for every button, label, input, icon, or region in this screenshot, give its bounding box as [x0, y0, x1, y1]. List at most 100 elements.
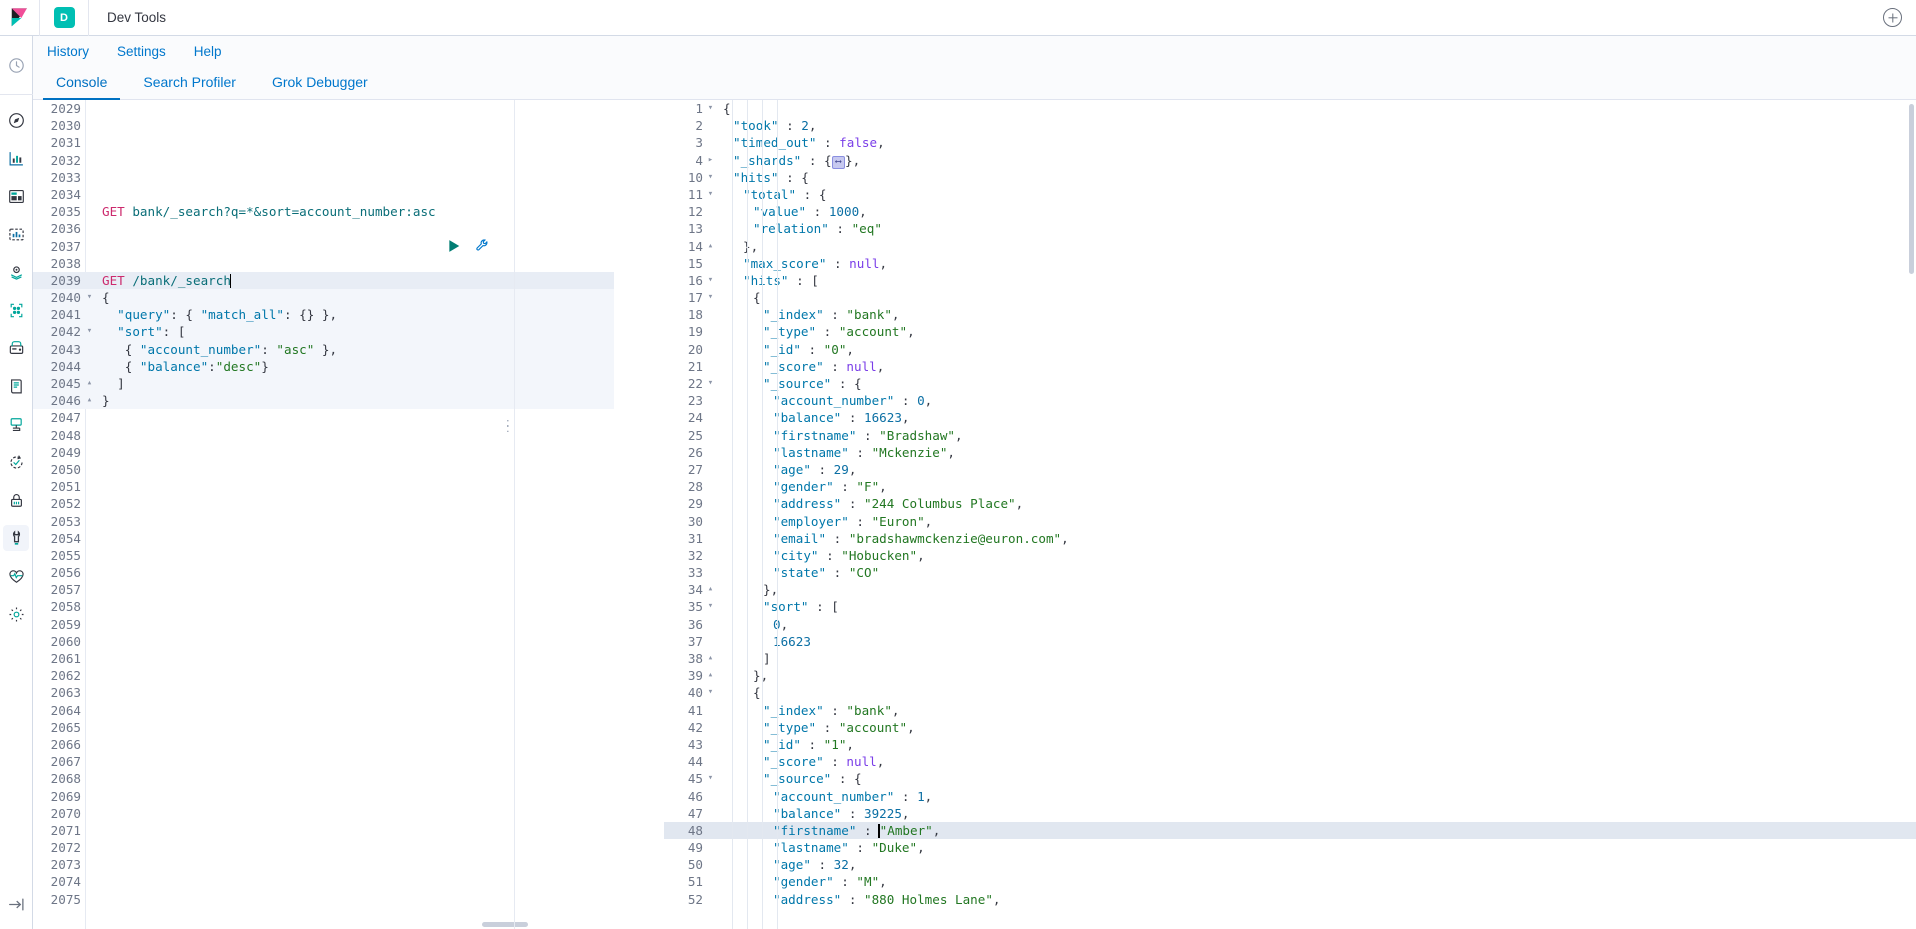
code-line[interactable]: 14▴}, [664, 238, 1916, 255]
code-line[interactable]: 2072 [33, 839, 614, 856]
help-icon[interactable] [1883, 8, 1902, 27]
code-line[interactable]: 24"balance" : 16623, [664, 409, 1916, 426]
code-line[interactable]: 2048 [33, 427, 614, 444]
code-line[interactable]: 28"gender" : "F", [664, 478, 1916, 495]
code-line[interactable]: 2051 [33, 478, 614, 495]
fold-toggle-icon[interactable]: ▾ [706, 684, 715, 701]
sidebar-item-dev-tools[interactable] [3, 525, 29, 551]
code-line[interactable]: 25"firstname" : "Bradshaw", [664, 427, 1916, 444]
code-line[interactable]: 23"account_number" : 0, [664, 392, 1916, 409]
code-line[interactable]: 2047 [33, 409, 614, 426]
code-line[interactable]: 2065 [33, 719, 614, 736]
code-line[interactable]: 51"gender" : "M", [664, 873, 1916, 890]
code-line[interactable]: 26"lastname" : "Mckenzie", [664, 444, 1916, 461]
code-line[interactable]: 2044 { "balance":"desc"} [33, 358, 614, 375]
fold-toggle-icon[interactable]: ▾ [85, 289, 94, 306]
request-editor[interactable]: 2029203020312032203320342035GET bank/_se… [33, 100, 614, 929]
code-line[interactable]: 45▾"_source" : { [664, 770, 1916, 787]
code-line[interactable]: 2070 [33, 805, 614, 822]
code-line[interactable]: 10▾"hits" : { [664, 169, 1916, 186]
sidebar-item-monitoring[interactable] [3, 563, 29, 589]
code-line[interactable]: 2041 "query": { "match_all": {} }, [33, 306, 614, 323]
code-line[interactable]: 2058 [33, 598, 614, 615]
play-button[interactable] [447, 239, 461, 253]
code-line[interactable]: 2"took" : 2, [664, 117, 1916, 134]
code-line[interactable]: 16▾"hits" : [ [664, 272, 1916, 289]
code-line[interactable]: 2049 [33, 444, 614, 461]
fold-toggle-icon[interactable]: ▾ [706, 186, 715, 203]
sidebar-item-machine-learning[interactable] [3, 297, 29, 323]
code-line[interactable]: 29"address" : "244 Columbus Place", [664, 495, 1916, 512]
code-line[interactable]: 1▾{ [664, 100, 1916, 117]
code-line[interactable]: 31"email" : "bradshawmckenzie@euron.com"… [664, 530, 1916, 547]
sidebar-item-management[interactable] [3, 601, 29, 627]
code-line[interactable]: 20"_id" : "0", [664, 341, 1916, 358]
code-line[interactable]: 3"timed_out" : false, [664, 134, 1916, 151]
fold-toggle-icon[interactable]: ▴ [85, 392, 94, 409]
fold-toggle-icon[interactable]: ▴ [706, 650, 715, 667]
code-line[interactable]: 2046▴} [33, 392, 614, 409]
tab-grok-debugger[interactable]: Grok Debugger [259, 68, 381, 99]
code-line[interactable]: 2067 [33, 753, 614, 770]
app-badge-cell[interactable]: D [40, 0, 89, 36]
subnav-help[interactable]: Help [190, 41, 226, 62]
code-line[interactable]: 38▴] [664, 650, 1916, 667]
sidebar-item-discover[interactable] [3, 107, 29, 133]
fold-toggle-icon[interactable]: ▾ [85, 323, 94, 340]
collapsed-fold-widget[interactable]: ⟷ [832, 156, 845, 169]
fold-toggle-icon[interactable]: ▾ [706, 169, 715, 186]
fold-toggle-icon[interactable]: ▴ [85, 375, 94, 392]
code-line[interactable]: 2066 [33, 736, 614, 753]
fold-toggle-icon[interactable]: ▸ [706, 152, 715, 169]
code-line[interactable]: 2062 [33, 667, 614, 684]
code-line[interactable]: 2055 [33, 547, 614, 564]
sidebar-item-canvas[interactable] [3, 221, 29, 247]
code-line[interactable]: 27"age" : 29, [664, 461, 1916, 478]
code-line[interactable]: 43"_id" : "1", [664, 736, 1916, 753]
code-line[interactable]: 32"city" : "Hobucken", [664, 547, 1916, 564]
subnav-history[interactable]: History [43, 41, 93, 62]
response-output-lines[interactable]: 1▾{2"took" : 2,3"timed_out" : false,4▸"_… [614, 100, 1916, 908]
sidebar-item-maps[interactable] [3, 259, 29, 285]
code-line[interactable]: 35▾"sort" : [ [664, 598, 1916, 615]
code-line[interactable]: 2031 [33, 134, 614, 151]
code-line[interactable]: 44"_score" : null, [664, 753, 1916, 770]
code-line[interactable]: 17▾{ [664, 289, 1916, 306]
code-line[interactable]: 22▾"_source" : { [664, 375, 1916, 392]
code-line[interactable]: 33"state" : "CO" [664, 564, 1916, 581]
code-line[interactable]: 30"employer" : "Euron", [664, 513, 1916, 530]
code-line[interactable]: 15"max_score" : null, [664, 255, 1916, 272]
code-line[interactable]: 2056 [33, 564, 614, 581]
fold-toggle-icon[interactable]: ▴ [706, 581, 715, 598]
code-line[interactable]: 18"_index" : "bank", [664, 306, 1916, 323]
code-line[interactable]: 2030 [33, 117, 614, 134]
code-line[interactable]: 2074 [33, 873, 614, 890]
code-line[interactable]: 2060 [33, 633, 614, 650]
code-line[interactable]: 2034 [33, 186, 614, 203]
fold-toggle-icon[interactable]: ▴ [706, 667, 715, 684]
tab-search-profiler[interactable]: Search Profiler [130, 68, 249, 99]
code-line[interactable]: 34▴}, [664, 581, 1916, 598]
code-line[interactable]: 2032 [33, 152, 614, 169]
code-line[interactable]: 19"_type" : "account", [664, 323, 1916, 340]
fold-toggle-icon[interactable]: ▾ [706, 770, 715, 787]
wrench-button[interactable] [475, 238, 490, 253]
code-line[interactable]: 2040▾{ [33, 289, 614, 306]
code-line[interactable]: 42"_type" : "account", [664, 719, 1916, 736]
code-line[interactable]: 48"firstname" : "Amber", [664, 822, 1916, 839]
code-line[interactable]: 2038 [33, 255, 614, 272]
code-line[interactable]: 2039GET /bank/_search [33, 272, 614, 289]
pane-splitter[interactable]: :: [502, 100, 514, 929]
code-line[interactable]: 12"value" : 1000, [664, 203, 1916, 220]
fold-toggle-icon[interactable]: ▴ [706, 238, 715, 255]
code-line[interactable]: 2045▴ ] [33, 375, 614, 392]
code-line[interactable]: 2059 [33, 616, 614, 633]
kibana-logo-cell[interactable] [0, 0, 40, 36]
tab-console[interactable]: Console [43, 68, 120, 99]
fold-toggle-icon[interactable]: ▾ [706, 100, 715, 117]
output-vertical-scrollbar[interactable] [1909, 104, 1914, 274]
code-line[interactable]: 2063 [33, 684, 614, 701]
code-line[interactable]: 2035GET bank/_search?q=*&sort=account_nu… [33, 203, 614, 220]
sidebar-item-siem[interactable] [3, 487, 29, 513]
code-line[interactable]: 11▾"total" : { [664, 186, 1916, 203]
